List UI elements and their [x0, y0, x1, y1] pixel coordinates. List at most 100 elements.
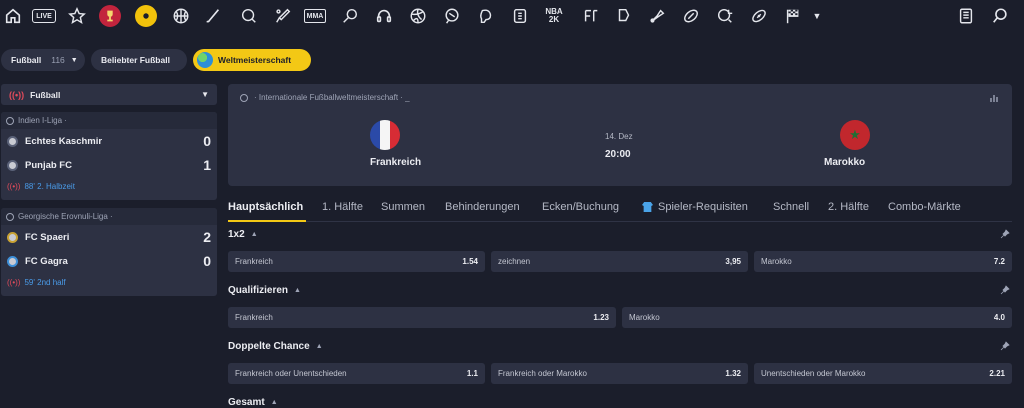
pin-icon[interactable]: [1000, 229, 1010, 239]
rugby-icon[interactable]: [680, 5, 702, 27]
live-signal-icon: ((•)): [7, 181, 21, 191]
market-title: Gesamt: [228, 396, 265, 408]
darts-icon[interactable]: [509, 5, 531, 27]
popular-football-chip[interactable]: Beliebter Fußball: [91, 49, 187, 71]
tab-player-props[interactable]: Spieler-Requisiten: [642, 201, 748, 213]
tab-quick[interactable]: Schnell: [773, 201, 809, 213]
team-logo: [7, 159, 18, 171]
live-icon[interactable]: LIVE: [32, 9, 56, 23]
match-status: ((•)) 59' 2nd half: [1, 273, 217, 291]
market-title: 1x2: [228, 228, 245, 240]
league-name: Indien I-Liga ·: [18, 116, 67, 125]
hockey-stick-icon[interactable]: [202, 5, 224, 27]
live-sport-select-value: Fußball: [30, 89, 61, 100]
mma-icon[interactable]: MMA: [304, 9, 326, 23]
betslip-icon[interactable]: [955, 5, 977, 27]
league-title: Georgische Erovnuli-Liga ·: [1, 208, 217, 225]
live-match-team-row[interactable]: Echtes Kaschmir 0: [1, 129, 217, 153]
golf-icon[interactable]: [238, 5, 260, 27]
fifa-icon[interactable]: [580, 5, 602, 27]
odd-value: 7.2: [993, 257, 1005, 266]
odd-value: 3,95: [725, 257, 741, 266]
tab-second-half[interactable]: 2. Hälfte: [828, 201, 869, 213]
odd-label: zeichnen: [498, 257, 531, 266]
tab-combo-markets[interactable]: Combo-Märkte: [888, 201, 961, 213]
team-logo: [7, 231, 18, 243]
odd-label: Marokko: [761, 257, 792, 266]
world-cup-chip[interactable]: Weltmeisterschaft: [193, 49, 311, 71]
tab-corners-bookings[interactable]: Ecken/Buchung: [542, 201, 619, 213]
home-icon[interactable]: [2, 5, 24, 27]
live-match-team-row[interactable]: FC Spaeri 2: [1, 225, 217, 249]
match-status: ((•)) 88' 2. Halbzeit: [1, 177, 217, 195]
team-logo: [7, 135, 18, 147]
cricket-icon[interactable]: [272, 5, 294, 27]
odd-value: 1.32: [725, 369, 741, 378]
team-score: 0: [203, 133, 211, 149]
live-match-team-row[interactable]: Punjab FC 1: [1, 153, 217, 177]
racing-flag-icon[interactable]: [782, 5, 804, 27]
ice-hockey-icon[interactable]: [613, 5, 635, 27]
american-football-icon[interactable]: [748, 5, 770, 27]
odd-button[interactable]: Marokko 4.0: [622, 307, 1012, 328]
nba-sub-label: 2K: [548, 15, 560, 24]
world-cup-icon[interactable]: [99, 5, 121, 27]
star-icon[interactable]: [66, 5, 88, 27]
league-name: Georgische Erovnuli-Liga ·: [18, 212, 113, 221]
sport-filter-chip[interactable]: Fußball 116 ▼: [1, 49, 85, 71]
odd-button[interactable]: Unentschieden oder Marokko 2.21: [754, 363, 1012, 384]
market-header[interactable]: Qualifizieren ▲: [228, 282, 1012, 298]
odd-label: Frankreich: [235, 257, 273, 266]
sport-filter-label: Fußball: [11, 55, 42, 65]
live-signal-icon: ((•)): [7, 277, 21, 287]
search-icon[interactable]: [989, 5, 1011, 27]
market-tabs: Hauptsächlich 1. Hälfte Summen Behinderu…: [228, 199, 1012, 223]
odd-button[interactable]: Frankreich 1.23: [228, 307, 616, 328]
more-icon[interactable]: ▼: [806, 5, 828, 27]
odd-value: 4.0: [993, 313, 1005, 322]
odd-label: Marokko: [629, 313, 660, 322]
odd-button[interactable]: Frankreich oder Marokko 1.32: [491, 363, 748, 384]
market-header[interactable]: Doppelte Chance ▲: [228, 338, 1012, 354]
tab-totals[interactable]: Summen: [381, 201, 425, 213]
boxing-icon[interactable]: [475, 5, 497, 27]
odd-button[interactable]: Marokko 7.2: [754, 251, 1012, 272]
badminton-icon[interactable]: [646, 5, 668, 27]
home-team-name: Frankreich: [370, 157, 422, 168]
table-tennis-icon[interactable]: [441, 5, 463, 27]
odd-label: Unentschieden oder Marokko: [761, 369, 866, 378]
volleyball-icon[interactable]: [407, 5, 429, 27]
match-status-text: 88' 2. Halbzeit: [24, 181, 75, 191]
team-name: Echtes Kaschmir: [25, 135, 103, 147]
world-cup-chip-label: Weltmeisterschaft: [218, 55, 292, 65]
odd-button[interactable]: Frankreich oder Unentschieden 1.1: [228, 363, 485, 384]
away-team-name: Marokko: [824, 157, 866, 168]
soccer-ball-icon[interactable]: [135, 5, 157, 27]
tab-first-half[interactable]: 1. Hälfte: [322, 201, 363, 213]
collapse-icon: ▲: [250, 230, 258, 238]
league-ball-icon: [6, 116, 14, 125]
market-header[interactable]: Gesamt ▲: [228, 394, 1012, 408]
esports-headset-icon[interactable]: [373, 5, 395, 27]
league-title: Indien I-Liga ·: [1, 112, 217, 129]
team-logo: [7, 255, 18, 267]
nba2k-icon[interactable]: NBA 2K: [543, 5, 565, 27]
live-match-team-row[interactable]: FC Gagra 0: [1, 249, 217, 273]
live-sport-select[interactable]: ((•)) Fußball ▼: [1, 84, 217, 105]
tennis-icon[interactable]: [339, 5, 361, 27]
tab-main[interactable]: Hauptsächlich: [228, 201, 303, 213]
tab-handicaps[interactable]: Behinderungen: [445, 201, 520, 213]
basketball-icon[interactable]: [170, 5, 192, 27]
odd-button[interactable]: zeichnen 3,95: [491, 251, 748, 272]
collapse-icon: ▲: [294, 286, 301, 294]
stats-icon[interactable]: [990, 93, 1000, 103]
odd-label: Frankreich: [235, 313, 273, 322]
live-signal-icon: ((•)): [9, 89, 25, 100]
pin-icon[interactable]: [1000, 285, 1010, 295]
market-header[interactable]: 1x2 ▲: [228, 226, 1012, 242]
breadcrumb[interactable]: · Internationale Fußballweltmeisterschaf…: [240, 93, 410, 102]
morocco-flag-icon: ★: [840, 120, 870, 150]
handball-icon[interactable]: [714, 5, 736, 27]
pin-icon[interactable]: [1000, 341, 1010, 351]
odd-button[interactable]: Frankreich 1.54: [228, 251, 485, 272]
